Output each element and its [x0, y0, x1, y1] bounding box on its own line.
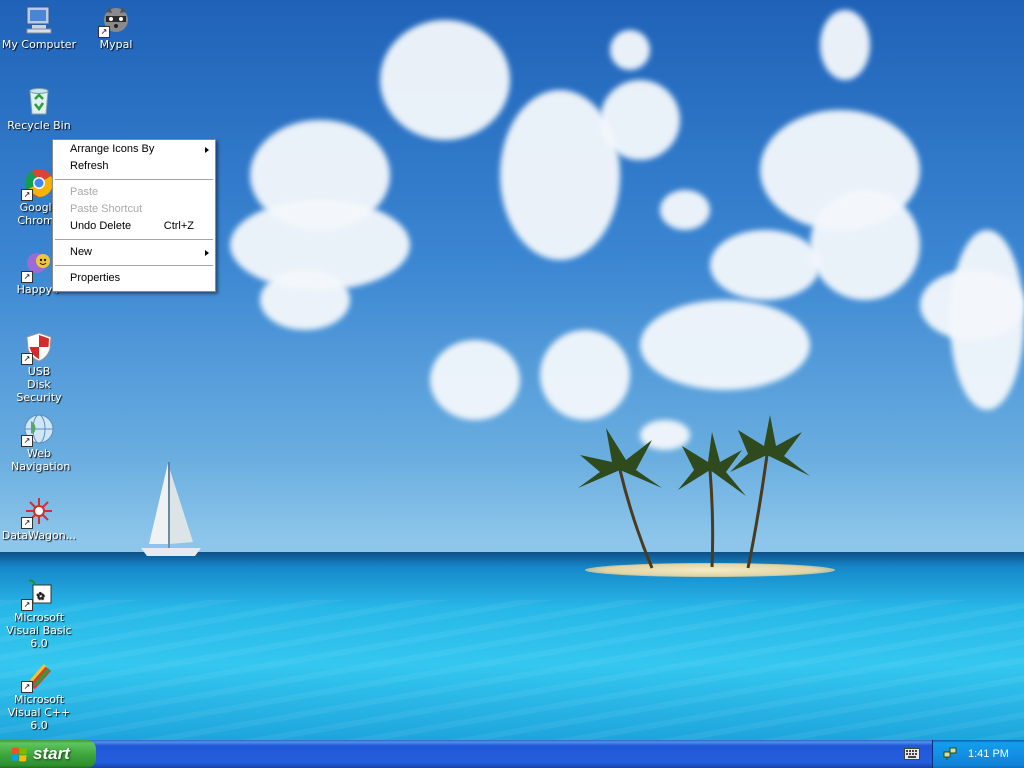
- menu-item-undo-delete[interactable]: Undo Delete Ctrl+Z: [53, 218, 215, 235]
- icon-label: Web Navigation: [11, 447, 71, 473]
- shortcut-arrow-icon: ↗: [98, 26, 110, 38]
- mypal-raccoon-icon: ↗: [98, 4, 132, 38]
- shortcut-arrow-icon: ↗: [21, 517, 33, 529]
- visual-cpp-icon: ↗: [21, 659, 55, 693]
- shortcut-arrow-icon: ↗: [21, 353, 33, 365]
- submenu-arrow-icon: [205, 250, 209, 256]
- desktop-icon-mypal[interactable]: ↗ Mypal: [78, 4, 154, 51]
- desktop-icon-usb-disk-security[interactable]: ↗ USB Disk Security: [1, 331, 77, 404]
- menu-separator: [55, 239, 213, 240]
- sailboat: [141, 462, 201, 556]
- desktop-context-menu: Arrange Icons By Refresh Paste Paste Sho…: [52, 139, 216, 292]
- shield-icon: ↗: [21, 331, 55, 365]
- visual-basic-icon: ✿ ↗: [21, 577, 55, 611]
- windows-flag-icon: [11, 747, 27, 762]
- shortcut-arrow-icon: ↗: [21, 681, 33, 693]
- clock[interactable]: 1:41 PM: [968, 740, 1009, 768]
- icon-label: Microsoft Visual Basic 6.0: [6, 611, 72, 650]
- recycle-bin-icon: [23, 85, 55, 117]
- icon-label: Microsoft Visual C++ 6.0: [7, 693, 71, 732]
- icon-label: Mypal: [99, 38, 133, 51]
- desktop-icon-recycle-bin[interactable]: Recycle Bin: [1, 85, 77, 132]
- menu-item-paste: Paste: [70, 186, 99, 198]
- menu-item-arrange-icons-by[interactable]: Arrange Icons By: [53, 141, 215, 158]
- icon-label: DataWagon...: [1, 529, 77, 542]
- shortcut-arrow-icon: ↗: [21, 189, 33, 201]
- menu-separator: [55, 179, 213, 180]
- menu-separator: [55, 265, 213, 266]
- menu-item-paste-shortcut: Paste Shortcut: [70, 203, 143, 215]
- shortcut-arrow-icon: ↗: [21, 271, 33, 283]
- desktop-icon-visual-basic[interactable]: ✿ ↗ Microsoft Visual Basic 6.0: [1, 577, 77, 650]
- keyboard-icon[interactable]: [904, 748, 920, 760]
- network-icon[interactable]: [943, 747, 957, 761]
- palm-trees: [578, 415, 810, 569]
- taskbar[interactable]: start 1:41 PM: [0, 740, 1024, 768]
- datawagon-icon: ↗: [21, 495, 55, 529]
- shortcut-key-text: Ctrl+Z: [163, 220, 194, 232]
- desktop-icon-web-navigation[interactable]: ↗ Web Navigation: [1, 413, 77, 473]
- menu-item-new[interactable]: New: [53, 244, 215, 261]
- submenu-arrow-icon: [205, 147, 209, 153]
- shortcut-arrow-icon: ↗: [21, 435, 33, 447]
- start-label: start: [33, 744, 70, 763]
- desktop-icon-my-computer[interactable]: My Computer: [1, 4, 77, 51]
- desktop-icon-datawagon[interactable]: ↗ DataWagon...: [1, 495, 77, 542]
- desktop-icon-visual-cpp[interactable]: ↗ Microsoft Visual C++ 6.0: [1, 659, 77, 732]
- my-computer-icon: [23, 4, 55, 36]
- happy-plus-icon: ↗: [21, 249, 55, 283]
- menu-item-properties[interactable]: Properties: [53, 270, 215, 287]
- globe-icon: ↗: [21, 413, 55, 447]
- desktop[interactable]: [0, 0, 1024, 740]
- icon-label: USB Disk Security: [16, 365, 62, 404]
- icon-label: Recycle Bin: [7, 119, 71, 132]
- chrome-icon: ↗: [21, 167, 55, 201]
- system-tray: 1:41 PM: [932, 740, 1024, 768]
- svg-text:✿: ✿: [36, 591, 44, 602]
- menu-item-refresh[interactable]: Refresh: [53, 158, 215, 175]
- icon-label: My Computer: [1, 38, 77, 51]
- shortcut-arrow-icon: ↗: [21, 599, 33, 611]
- start-button[interactable]: start: [0, 740, 96, 768]
